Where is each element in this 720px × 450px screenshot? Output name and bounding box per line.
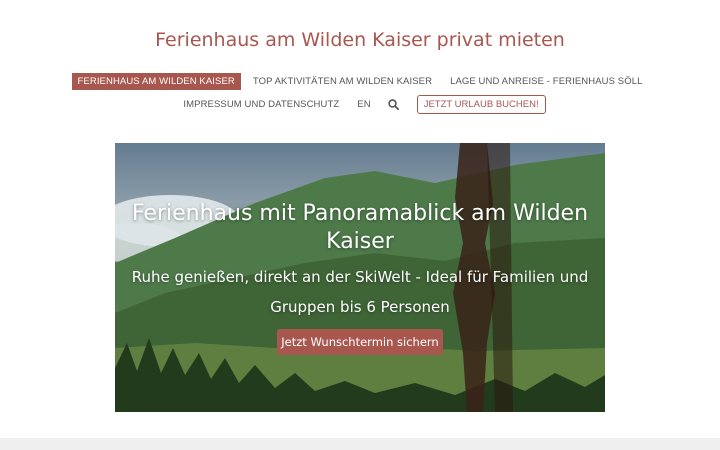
nav-item-ferienhaus[interactable]: FERIENHAUS AM WILDEN KAISER [71, 73, 241, 90]
nav-item-language-en[interactable]: EN [351, 96, 376, 113]
nav-item-impressum[interactable]: IMPRESSUM UND DATENSCHUTZ [177, 96, 345, 113]
site-title: Ferienhaus am Wilden Kaiser privat miete… [155, 29, 565, 51]
footer-band [0, 438, 720, 450]
nav-item-aktivitaeten[interactable]: TOP AKTIVITÄTEN AM WILDEN KAISER [247, 73, 438, 90]
book-now-button[interactable]: JETZT URLAUB BUCHEN! [416, 95, 546, 114]
nav-item-lage-anreise[interactable]: LAGE UND ANREISE - FERIENHAUS SÖLL [444, 73, 648, 90]
hero-subheading: Ruhe genießen, direkt an der SkiWelt - I… [131, 268, 589, 316]
hero-heading: Ferienhaus mit Panoramablick am Wilden K… [131, 201, 589, 254]
hero-banner: Ferienhaus mit Panoramablick am Wilden K… [115, 143, 605, 412]
nav-row-secondary: IMPRESSUM UND DATENSCHUTZ EN JETZT URLAU… [0, 95, 720, 114]
search-icon[interactable] [388, 99, 399, 110]
book-date-button[interactable]: Jetzt Wunschtermin sichern [277, 329, 443, 355]
nav-row-primary: FERIENHAUS AM WILDEN KAISER TOP AKTIVITÄ… [0, 73, 720, 90]
